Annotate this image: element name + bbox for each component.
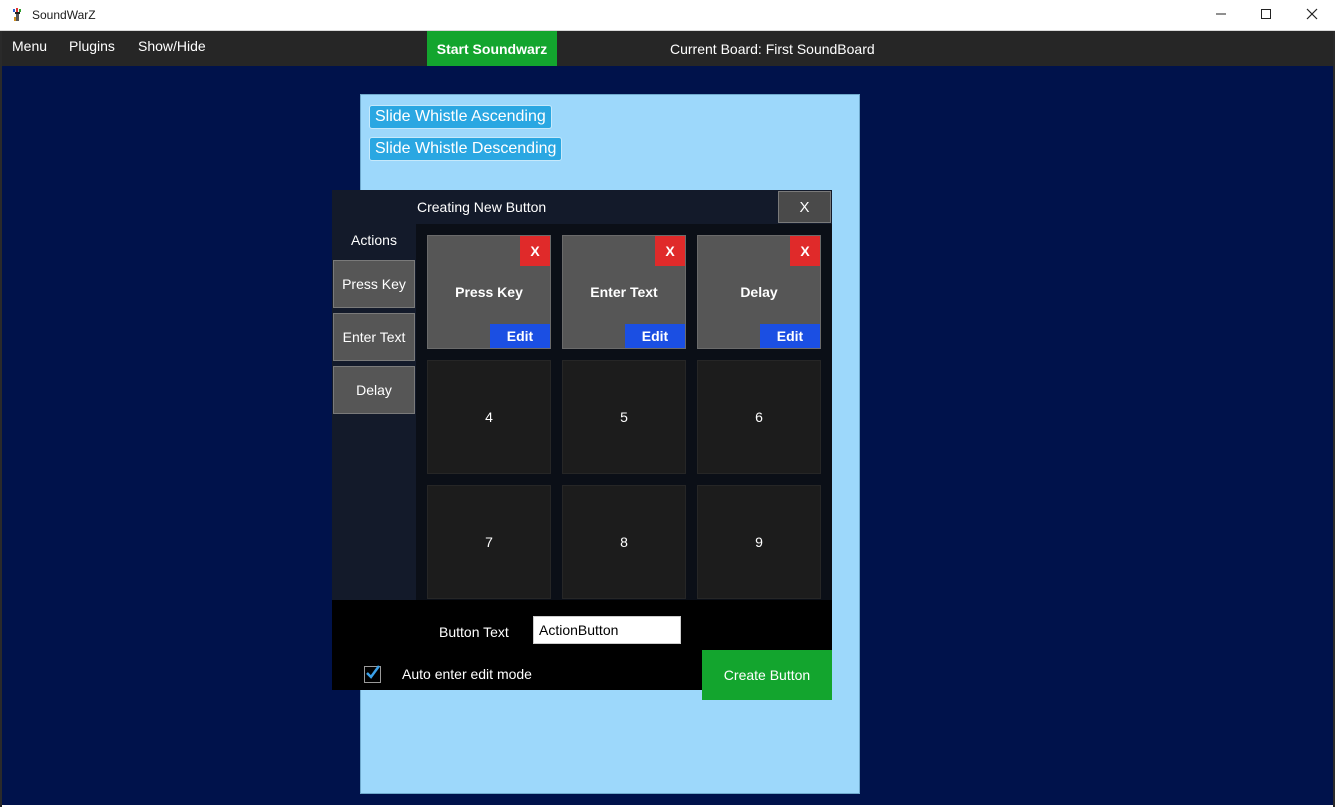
maximize-button[interactable] xyxy=(1243,0,1289,31)
current-board-label: Current Board: First SoundBoard xyxy=(670,41,875,57)
sidebar-item-press-key[interactable]: Press Key xyxy=(333,260,415,308)
button-text-input[interactable] xyxy=(533,616,681,644)
menu-item-plugins[interactable]: Plugins xyxy=(69,38,115,54)
action-slot-press-key[interactable]: Press Key X Edit xyxy=(427,235,551,349)
menu-item-show-hide[interactable]: Show/Hide xyxy=(138,38,206,54)
edit-action-button[interactable]: Edit xyxy=(490,324,550,348)
sound-button-slide-whistle-descending[interactable]: Slide Whistle Descending xyxy=(369,137,563,161)
minimize-icon xyxy=(1215,7,1227,25)
empty-action-slot[interactable]: 6 xyxy=(697,360,821,474)
empty-action-slot[interactable]: 8 xyxy=(562,485,686,599)
minimize-button[interactable] xyxy=(1198,0,1244,31)
start-soundwarz-button[interactable]: Start Soundwarz xyxy=(427,31,557,66)
close-window-button[interactable] xyxy=(1289,0,1335,31)
remove-action-button[interactable]: X xyxy=(655,236,685,266)
empty-action-slot[interactable]: 4 xyxy=(427,360,551,474)
dialog-footer: Button Text Auto enter edit mode Create … xyxy=(332,600,832,700)
empty-action-slot[interactable]: 5 xyxy=(562,360,686,474)
edit-action-button[interactable]: Edit xyxy=(625,324,685,348)
dialog-header: Creating New Button X xyxy=(332,190,832,224)
create-button-dialog: Creating New Button X Actions Press Key … xyxy=(332,190,832,700)
action-grid: Press Key X Edit Enter Text X Edit Delay… xyxy=(416,224,832,600)
remove-action-button[interactable]: X xyxy=(520,236,550,266)
button-text-label: Button Text xyxy=(439,624,509,640)
sidebar-item-delay[interactable]: Delay xyxy=(333,366,415,414)
title-bar: SoundWarZ xyxy=(0,0,1335,31)
close-icon xyxy=(1306,7,1318,25)
action-slot-delay[interactable]: Delay X Edit xyxy=(697,235,821,349)
auto-edit-label: Auto enter edit mode xyxy=(402,666,532,682)
menu-item-menu[interactable]: Menu xyxy=(12,38,47,54)
empty-action-slot[interactable]: 9 xyxy=(697,485,821,599)
remove-action-button[interactable]: X xyxy=(790,236,820,266)
sidebar-item-enter-text[interactable]: Enter Text xyxy=(333,313,415,361)
sound-button-slide-whistle-ascending[interactable]: Slide Whistle Ascending xyxy=(369,105,552,129)
dialog-title: Creating New Button xyxy=(417,199,547,215)
actions-sidebar: Actions Press Key Enter Text Delay xyxy=(332,224,416,600)
maximize-icon xyxy=(1260,7,1272,25)
action-slot-enter-text[interactable]: Enter Text X Edit xyxy=(562,235,686,349)
window-title: SoundWarZ xyxy=(32,8,96,22)
actions-heading: Actions xyxy=(351,232,397,248)
menu-bar: Menu Plugins Show/Hide Start Soundwarz C… xyxy=(2,31,1333,66)
auto-edit-checkbox[interactable] xyxy=(364,665,381,683)
empty-action-slot[interactable]: 7 xyxy=(427,485,551,599)
soundwarz-app-icon xyxy=(10,7,26,23)
edit-action-button[interactable]: Edit xyxy=(760,324,820,348)
dialog-close-button[interactable]: X xyxy=(778,191,831,223)
create-button-button[interactable]: Create Button xyxy=(702,650,832,700)
